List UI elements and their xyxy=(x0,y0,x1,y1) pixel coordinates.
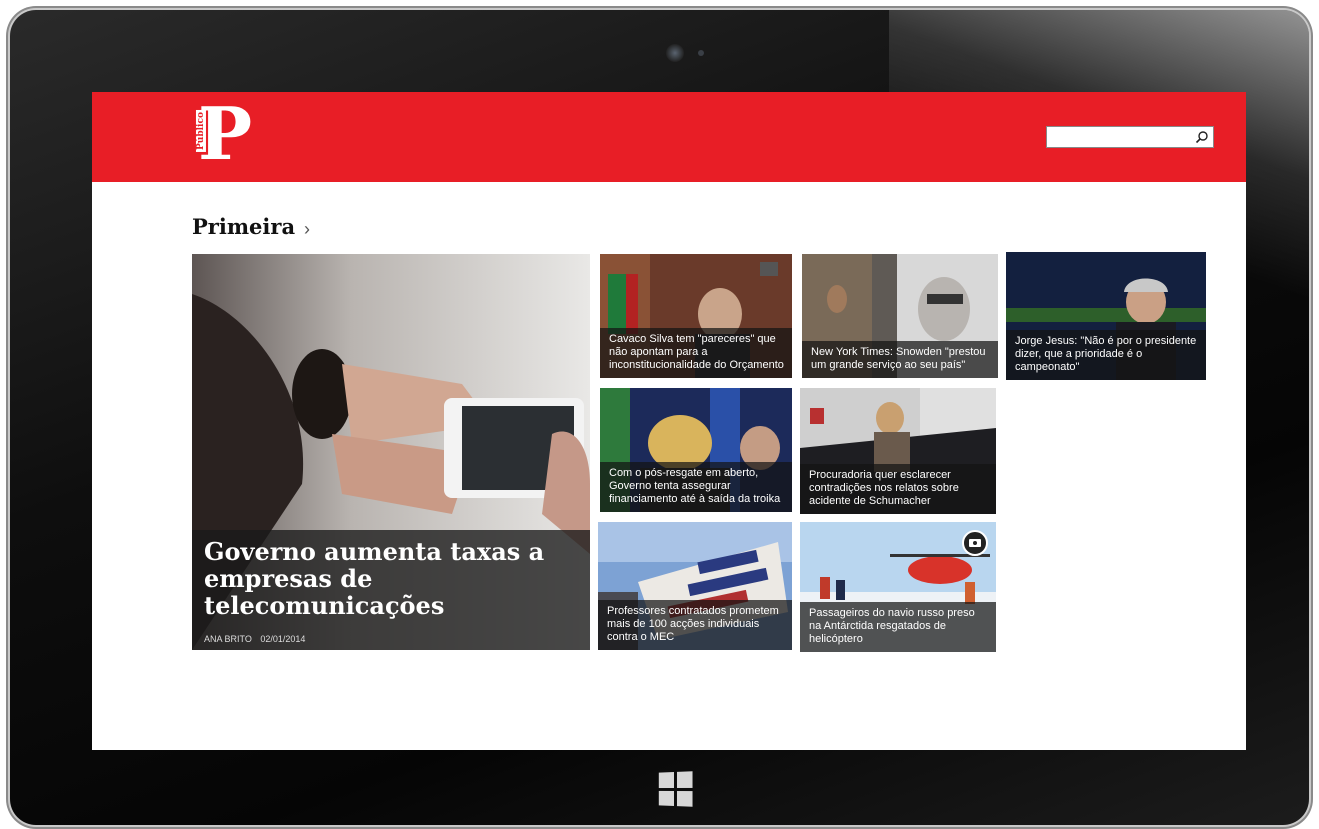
hero-title[interactable]: Governo aumenta taxas a empresas de tele… xyxy=(204,538,578,619)
app-screen: P Público Primeira › Governo aumenta tax… xyxy=(92,92,1246,750)
article-caption: Jorge Jesus: "Não é por o presidente diz… xyxy=(1006,330,1206,380)
article-tile[interactable]: Com o pós-resgate em aberto, Governo ten… xyxy=(600,388,792,512)
search-box[interactable] xyxy=(1046,126,1214,148)
article-caption: New York Times: Snowden "prestou um gran… xyxy=(802,341,998,378)
app-header: P Público xyxy=(92,92,1246,182)
hero-caption: Governo aumenta taxas a empresas de tele… xyxy=(192,530,590,650)
front-camera xyxy=(666,44,684,62)
article-caption: Cavaco Silva tem "pareceres" que não apo… xyxy=(600,328,792,378)
logo-wordmark: Público xyxy=(195,110,206,152)
article-tile[interactable]: Jorge Jesus: "Não é por o presidente diz… xyxy=(1006,252,1206,380)
section-title[interactable]: Primeira xyxy=(192,214,295,239)
hero-author: ANA BRITO xyxy=(204,634,252,644)
chevron-right-icon[interactable]: › xyxy=(304,219,310,240)
search-input[interactable] xyxy=(1051,129,1189,145)
article-tile[interactable]: Procuradoria quer esclarecer contradiçõe… xyxy=(800,388,996,514)
article-caption: Passageiros do navio russo preso na Antá… xyxy=(800,602,996,652)
hero-date: 02/01/2014 xyxy=(260,634,306,644)
article-tile[interactable]: Cavaco Silva tem "pareceres" que não apo… xyxy=(600,254,792,378)
hero-meta: ANA BRITO 02/01/2014 xyxy=(204,634,311,644)
camera-icon xyxy=(962,530,988,556)
article-tile[interactable]: Professores contratados prometem mais de… xyxy=(598,522,792,650)
article-caption: Professores contratados prometem mais de… xyxy=(598,600,792,650)
article-tile[interactable]: Passageiros do navio russo preso na Antá… xyxy=(800,522,996,652)
article-caption: Procuradoria quer esclarecer contradiçõe… xyxy=(800,464,996,514)
article-tile[interactable]: New York Times: Snowden "prestou um gran… xyxy=(802,254,998,378)
article-caption: Com o pós-resgate em aberto, Governo ten… xyxy=(600,462,792,512)
windows-icon[interactable] xyxy=(658,771,693,807)
hero-article[interactable]: Governo aumenta taxas a empresas de tele… xyxy=(192,254,590,650)
publico-logo[interactable]: P Público xyxy=(192,94,262,174)
logo-letter: P xyxy=(198,92,253,176)
light-sensor xyxy=(698,50,704,56)
search-icon[interactable] xyxy=(1195,130,1209,144)
